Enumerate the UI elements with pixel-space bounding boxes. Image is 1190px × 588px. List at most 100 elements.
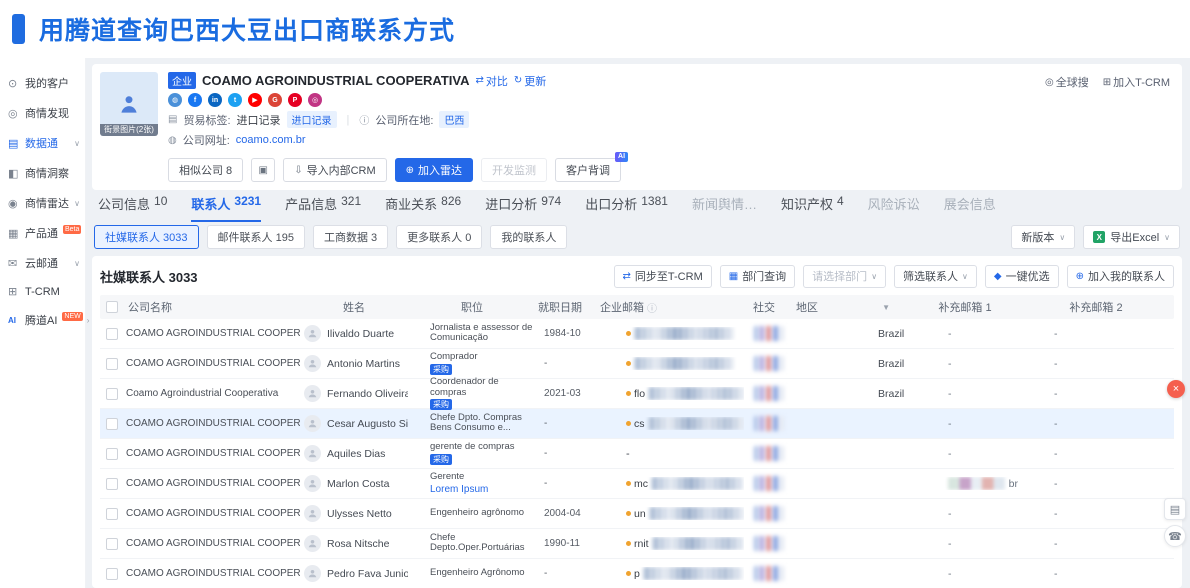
plus-circle-icon: ⊕ xyxy=(406,165,414,176)
similar-companies-button[interactable]: 相似公司 8 xyxy=(168,158,243,182)
tab[interactable]: 进口分析 974 xyxy=(485,194,561,222)
sidebar-item[interactable]: AI 腾道AI NEW › xyxy=(0,305,85,335)
row-checkbox[interactable] xyxy=(106,358,118,370)
email-blurred xyxy=(652,537,744,550)
sidebar-item[interactable]: ◉ 商情雷达 ∨ xyxy=(0,188,85,218)
tab[interactable]: 联系人 3231 xyxy=(191,194,261,222)
tab[interactable]: 商业关系 826 xyxy=(385,194,461,222)
column-header-position[interactable]: 职位 xyxy=(408,299,536,315)
table-row[interactable]: COAMO AGROINDUSTRIAL COOPERAT... Rosa Ni… xyxy=(100,529,1174,559)
column-header-date[interactable]: 就职日期 xyxy=(536,299,592,315)
sidebar-item[interactable]: ▦ 产品通 Beta xyxy=(0,218,85,248)
tab[interactable]: 风险诉讼 xyxy=(868,194,920,222)
one-click-optimize-button[interactable]: ◆一键优选 xyxy=(985,265,1059,288)
tab[interactable]: 出口分析 1381 xyxy=(585,194,668,222)
row-checkbox[interactable] xyxy=(106,478,118,490)
compare-button[interactable]: ⇄对比 xyxy=(475,73,507,89)
position-cell: Jornalista e assessor de Comunicação xyxy=(408,323,536,345)
table-row[interactable]: COAMO AGROINDUSTRIAL COOPERAT... Pedro F… xyxy=(100,559,1174,588)
column-header-company[interactable]: 公司名称 xyxy=(126,299,300,315)
row-checkbox[interactable] xyxy=(106,418,118,430)
social-icon[interactable]: P xyxy=(288,93,302,107)
row-checkbox[interactable] xyxy=(106,388,118,400)
table-row[interactable]: COAMO AGROINDUSTRIAL COOPERAT... Marlon … xyxy=(100,469,1174,499)
close-floating-button[interactable]: × xyxy=(1167,380,1185,398)
column-header-social[interactable]: 社交 xyxy=(744,299,784,315)
tab[interactable]: 新闻舆情… xyxy=(692,194,757,222)
sidebar-item[interactable]: ⊙ 我的客户 xyxy=(0,68,85,98)
row-checkbox[interactable] xyxy=(106,328,118,340)
extra-email2-cell: - xyxy=(1018,388,1174,400)
add-my-contacts-button[interactable]: ⊕加入我的联系人 xyxy=(1067,265,1174,288)
social-icon[interactable]: t xyxy=(228,93,242,107)
dev-monitor-button[interactable]: 开发监测 xyxy=(481,158,547,182)
table-row[interactable]: Coamo Agroindustrial Cooperativa Fernand… xyxy=(100,379,1174,409)
email-blurred xyxy=(651,477,744,490)
social-icon[interactable]: ◎ xyxy=(308,93,322,107)
tab[interactable]: 产品信息 321 xyxy=(285,194,361,222)
refresh-button[interactable]: ↻更新 xyxy=(514,73,546,89)
join-tcrm-button[interactable]: ⊞加入T-CRM xyxy=(1103,74,1170,90)
table-row[interactable]: COAMO AGROINDUSTRIAL COOPERAT... Antonio… xyxy=(100,349,1174,379)
filter-chip[interactable]: 更多联系人 0 xyxy=(396,225,482,249)
feedback-icon[interactable]: ▤ xyxy=(1164,498,1186,520)
import-crm-button[interactable]: ⇩导入内部CRM xyxy=(283,158,386,182)
social-icon[interactable]: f xyxy=(188,93,202,107)
table-row[interactable]: COAMO AGROINDUSTRIAL COOPERAT... Ilivald… xyxy=(100,319,1174,349)
table-row[interactable]: COAMO AGROINDUSTRIAL COOPERAT... Cesar A… xyxy=(100,409,1174,439)
filter-chip[interactable]: 我的联系人 xyxy=(490,225,567,249)
email-status-dot xyxy=(626,511,631,516)
join-radar-button[interactable]: ⊕加入雷达 xyxy=(395,158,473,182)
position-link[interactable]: Lorem Ipsum xyxy=(430,484,488,495)
filter-chip[interactable]: 工商数据 3 xyxy=(313,225,388,249)
tab[interactable]: 知识产权 4 xyxy=(781,194,844,222)
column-header-extra2[interactable]: 补充邮箱 2 xyxy=(1018,299,1174,315)
name-cell: Fernando Oliveira xyxy=(300,385,408,402)
column-header-name[interactable]: 姓名 xyxy=(300,299,408,315)
company-website-link[interactable]: coamo.com.br xyxy=(236,134,306,146)
filter-contacts-button[interactable]: 筛选联系人∨ xyxy=(894,265,977,288)
extra-email2-cell: - xyxy=(1018,328,1174,340)
filter-funnel-icon[interactable]: ▼ xyxy=(882,303,890,312)
row-checkbox[interactable] xyxy=(106,538,118,550)
table-row[interactable]: COAMO AGROINDUSTRIAL COOPERAT... Ulysses… xyxy=(100,499,1174,529)
sync-tcrm-button[interactable]: ⇄同步至T-CRM xyxy=(614,265,712,288)
background-check-button[interactable]: 客户背调AI xyxy=(555,158,621,182)
extra-email1-cell: - xyxy=(912,358,1018,370)
name-cell: Aquiles Dias xyxy=(300,445,408,462)
sidebar-item[interactable]: ⊞ T-CRM xyxy=(0,278,85,305)
company-photo[interactable]: 街景图片(2张) xyxy=(100,72,158,136)
table-row[interactable]: COAMO AGROINDUSTRIAL COOPERAT... Aquiles… xyxy=(100,439,1174,469)
column-header-email[interactable]: 企业邮箱ⓘ xyxy=(592,299,744,315)
filter-chip[interactable]: 邮件联系人 195 xyxy=(207,225,305,249)
version-select[interactable]: 新版本∨ xyxy=(1011,225,1075,249)
row-checkbox[interactable] xyxy=(106,448,118,460)
sidebar-item[interactable]: ◧ 商情洞察 xyxy=(0,158,85,188)
sidebar-item-label: 腾道AI xyxy=(25,312,57,328)
tab-label: 商业关系 xyxy=(385,194,437,213)
global-search-button[interactable]: ◎全球搜 xyxy=(1045,74,1089,90)
sidebar-item[interactable]: ✉ 云邮通 ∨ xyxy=(0,248,85,278)
social-icon[interactable]: ▶ xyxy=(248,93,262,107)
column-header-extra1[interactable]: 补充邮箱 1 xyxy=(912,299,1018,315)
row-checkbox[interactable] xyxy=(106,508,118,520)
tab[interactable]: 公司信息 10 xyxy=(98,194,167,222)
social-icon[interactable]: G xyxy=(268,93,282,107)
social-icon[interactable]: ◍ xyxy=(168,93,182,107)
sidebar-item[interactable]: ▤ 数据通 ∨ xyxy=(0,128,85,158)
select-all-checkbox[interactable] xyxy=(106,301,118,313)
column-header-region[interactable]: 地区▼ xyxy=(784,299,912,315)
sidebar-item[interactable]: ◎ 商情发现 xyxy=(0,98,85,128)
sidebar-item-icon: ◉ xyxy=(8,197,21,210)
location-tag[interactable]: 巴西 xyxy=(439,111,469,128)
dept-query-button[interactable]: ▦部门查询 xyxy=(720,265,795,288)
row-checkbox[interactable] xyxy=(106,568,118,580)
support-icon[interactable]: ☎ xyxy=(1164,525,1186,547)
panel-icon-button[interactable]: ▣ xyxy=(251,158,275,182)
tab[interactable]: 展会信息 xyxy=(944,194,996,222)
export-excel-button[interactable]: X导出Excel∨ xyxy=(1083,225,1180,249)
import-records-tag[interactable]: 进口记录 xyxy=(287,111,337,128)
filter-chip[interactable]: 社媒联系人 3033 xyxy=(94,225,199,249)
dept-select[interactable]: 请选择部门∨ xyxy=(803,265,886,288)
social-icon[interactable]: in xyxy=(208,93,222,107)
